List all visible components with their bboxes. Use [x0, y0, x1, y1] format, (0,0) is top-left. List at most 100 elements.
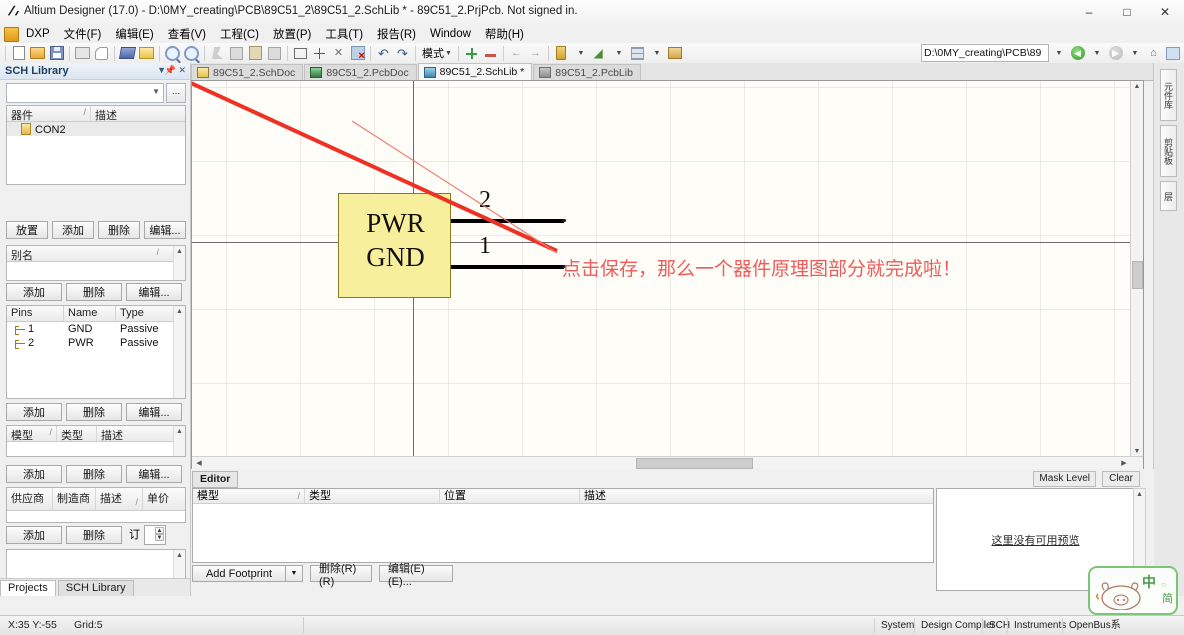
- previous-part-icon[interactable]: ←: [507, 44, 526, 62]
- table-row[interactable]: CON2: [7, 122, 185, 136]
- doc-tab-schdoc[interactable]: 89C51_2.SchDoc: [191, 64, 304, 80]
- canvas-hscroll-thumb[interactable]: [636, 458, 753, 469]
- mask-level-button[interactable]: Mask Level: [1033, 471, 1096, 487]
- canvas-scrollbar-horizontal[interactable]: ◀ ▶: [192, 456, 1143, 469]
- print-preview-icon[interactable]: [92, 44, 111, 62]
- column-model-type[interactable]: 类型: [57, 426, 97, 441]
- column-alias[interactable]: 别名 /: [7, 246, 173, 261]
- move-icon[interactable]: [310, 44, 329, 62]
- place-pin-dropdown[interactable]: ▼: [571, 44, 590, 62]
- scroll-up-icon[interactable]: ▲: [174, 550, 185, 561]
- menu-item-dxp[interactable]: DXP: [19, 26, 57, 42]
- grid-icon[interactable]: [628, 44, 647, 62]
- clear-filter-icon[interactable]: [348, 44, 367, 62]
- doc-tab-schlib[interactable]: 89C51_2.SchLib *: [417, 63, 533, 80]
- column-type[interactable]: 类型: [305, 489, 440, 503]
- redo-icon[interactable]: ↷: [393, 44, 412, 62]
- scroll-up-icon[interactable]: ▲: [174, 426, 185, 437]
- grid-dropdown[interactable]: ▼: [647, 44, 666, 62]
- copy-icon[interactable]: [227, 44, 246, 62]
- minimize-button[interactable]: –: [1070, 0, 1108, 24]
- column-unit-price[interactable]: 单价: [143, 488, 172, 510]
- menu-item-edit[interactable]: 编辑(E): [108, 24, 160, 44]
- column-model[interactable]: 模型 /: [7, 426, 57, 441]
- column-manufacturer[interactable]: 制造商: [53, 488, 96, 510]
- delete-footprint-button[interactable]: 删除(R) (R): [310, 563, 372, 588]
- save-icon[interactable]: [47, 44, 66, 62]
- status-panel-openbus[interactable]: OpenBus系: [1062, 618, 1127, 633]
- library-browse-button[interactable]: ...: [166, 83, 186, 103]
- models-scrollbar[interactable]: ▲: [173, 426, 185, 456]
- home-icon[interactable]: ⌂: [1144, 44, 1163, 62]
- close-button[interactable]: ✕: [1146, 0, 1184, 24]
- column-pins[interactable]: Pins: [7, 306, 64, 321]
- address-input[interactable]: D:\0MY_creating\PCB\89: [921, 44, 1049, 62]
- scroll-up-icon[interactable]: ▲: [1131, 83, 1143, 90]
- open-folder-icon[interactable]: [28, 44, 47, 62]
- ime-shape-label[interactable]: 简: [1162, 590, 1173, 606]
- add-supplier-button[interactable]: 添加: [6, 526, 62, 544]
- column-model[interactable]: 模型 /: [193, 489, 305, 503]
- schematic-library-canvas[interactable]: PWR GND 2 1 点击保存，那么一个器件原理图部分就完成啦！ ▲ ▼ ◀ …: [191, 80, 1144, 470]
- undo-icon[interactable]: ↶: [374, 44, 393, 62]
- pin-wire-2[interactable]: [451, 219, 564, 223]
- vtab-clipboard[interactable]: 剪贴板: [1160, 125, 1177, 177]
- scroll-down-icon[interactable]: ▼: [1131, 448, 1143, 455]
- edit-model-button[interactable]: 编辑...: [126, 465, 182, 483]
- back-dropdown[interactable]: ▼: [1087, 44, 1106, 62]
- zoom-out-icon[interactable]: [182, 44, 201, 62]
- back-icon[interactable]: ◀: [1068, 44, 1087, 62]
- doc-tab-pcbdoc[interactable]: 89C51_2.PcbDoc: [304, 64, 417, 80]
- new-document-icon[interactable]: [9, 44, 28, 62]
- cut-icon[interactable]: [208, 44, 227, 62]
- column-location[interactable]: 位置: [440, 489, 580, 503]
- clear-button[interactable]: Clear: [1102, 471, 1140, 487]
- edit-pin-button[interactable]: 编辑...: [126, 403, 182, 421]
- address-dropdown[interactable]: ▼: [1049, 44, 1068, 62]
- pins-grid[interactable]: Pins Name Type 1 GND Passive 2 PWR Passi…: [6, 305, 186, 399]
- tab-editor[interactable]: Editor: [192, 471, 239, 488]
- remove-icon[interactable]: [481, 44, 500, 62]
- menu-item-reports[interactable]: 报告(R): [370, 24, 423, 44]
- place-image-icon[interactable]: [666, 44, 685, 62]
- menu-item-place[interactable]: 放置(P): [266, 24, 318, 44]
- scroll-right-icon[interactable]: ▶: [1119, 459, 1129, 467]
- models-grid[interactable]: 模型 / 类型 描述 ▲: [6, 425, 186, 457]
- menu-item-tools[interactable]: 工具(T): [318, 24, 370, 44]
- alias-scrollbar[interactable]: ▲: [173, 246, 185, 280]
- tab-sch-library[interactable]: SCH Library: [57, 580, 134, 596]
- pins-scrollbar[interactable]: ▲: [173, 306, 185, 398]
- column-name[interactable]: Name: [64, 306, 116, 321]
- column-supplier-description[interactable]: 描述 /: [96, 488, 143, 510]
- delete-alias-button[interactable]: 删除: [66, 283, 122, 301]
- zoom-in-icon[interactable]: [163, 44, 182, 62]
- layers-icon[interactable]: [118, 44, 137, 62]
- menu-item-project[interactable]: 工程(C): [213, 24, 266, 44]
- add-component-button[interactable]: 添加: [52, 221, 94, 239]
- edit-component-button[interactable]: 编辑...: [144, 221, 186, 239]
- suppliers-grid[interactable]: 供应商 制造商 描述 / 单价: [6, 487, 186, 523]
- scroll-up-icon[interactable]: ▲: [1134, 489, 1145, 500]
- scroll-up-icon[interactable]: ▲: [174, 246, 185, 257]
- place-polygon-dropdown[interactable]: ▼: [609, 44, 628, 62]
- place-button[interactable]: 放置: [6, 221, 48, 239]
- component-symbol[interactable]: PWR GND: [338, 193, 451, 298]
- delete-pin-button[interactable]: 删除: [66, 403, 122, 421]
- close-icon[interactable]: ✕: [178, 65, 186, 76]
- ime-indicator[interactable]: 中 ○ 简: [1088, 566, 1178, 615]
- library-select[interactable]: ▼: [6, 83, 164, 103]
- place-polygon-icon[interactable]: ◢: [590, 44, 609, 62]
- stepper-up-icon[interactable]: ▲: [155, 527, 164, 534]
- add-icon[interactable]: [462, 44, 481, 62]
- column-model-description[interactable]: 描述: [97, 426, 172, 441]
- menu-item-file[interactable]: 文件(F): [57, 24, 109, 44]
- footprint-table[interactable]: 模型 / 类型 位置 描述: [192, 488, 934, 563]
- menu-item-help[interactable]: 帮助(H): [478, 24, 531, 44]
- vtab-libraries[interactable]: 元件库: [1160, 69, 1177, 121]
- doc-tab-pcblib[interactable]: 89C51_2.PcbLib: [533, 64, 641, 80]
- add-pin-button[interactable]: 添加: [6, 403, 62, 421]
- next-part-icon[interactable]: →: [526, 44, 545, 62]
- forward-dropdown[interactable]: ▼: [1125, 44, 1144, 62]
- pin-icon[interactable]: 📌: [165, 65, 176, 76]
- edit-alias-button[interactable]: 编辑...: [126, 283, 182, 301]
